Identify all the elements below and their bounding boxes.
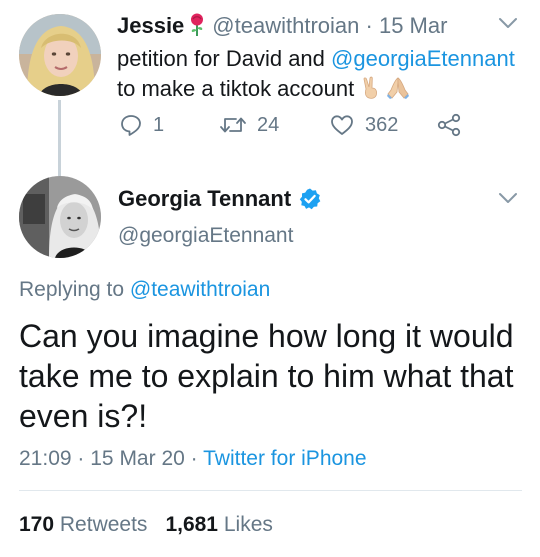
like-count: 362 bbox=[365, 113, 399, 136]
parent-tweet-text: petition for David and @georgiaEtennant … bbox=[117, 44, 527, 108]
avatar-photo bbox=[19, 14, 101, 96]
like-action[interactable]: 362 bbox=[329, 113, 398, 137]
avatar-photo bbox=[19, 176, 101, 258]
retweet-count: 24 bbox=[257, 113, 280, 136]
tweet-date[interactable]: 15 Mar 20 bbox=[90, 447, 185, 470]
heart-icon bbox=[331, 115, 353, 135]
emoji-group bbox=[360, 76, 410, 108]
retweets-stat[interactable]: 170 Retweets bbox=[19, 513, 147, 536]
chevron-down-icon[interactable] bbox=[498, 17, 518, 29]
retweets-count: 170 bbox=[19, 513, 55, 536]
share-action[interactable] bbox=[437, 113, 461, 137]
tweet-time[interactable]: 21:09 bbox=[19, 447, 72, 470]
victory-hand-icon bbox=[363, 76, 378, 99]
reply-count: 1 bbox=[153, 113, 165, 136]
main-handle[interactable]: @georgiaEtennant bbox=[118, 224, 293, 248]
tweet-metadata: 21:09 · 15 Mar 20 · Twitter for iPhone bbox=[19, 447, 367, 471]
parent-date[interactable]: 15 Mar bbox=[379, 13, 447, 38]
likes-count: 1,681 bbox=[165, 513, 218, 536]
meta-separator: · bbox=[77, 447, 85, 470]
main-author-name[interactable]: Georgia Tennant bbox=[118, 186, 291, 212]
verified-badge-icon bbox=[299, 188, 321, 210]
parent-tweet-header: Jessie @teawithtroian · 15 Mar bbox=[117, 12, 447, 40]
folded-hands-icon bbox=[387, 77, 410, 99]
replying-to-label: Replying to bbox=[19, 278, 130, 301]
main-author-avatar[interactable] bbox=[19, 176, 101, 258]
thread-connector-line bbox=[58, 100, 61, 180]
retweets-label: Retweets bbox=[59, 513, 148, 536]
likes-label: Likes bbox=[223, 513, 273, 536]
parent-author-avatar[interactable] bbox=[19, 14, 101, 96]
replying-to-link[interactable]: @teawithtroian bbox=[130, 278, 270, 301]
parent-mention-link[interactable]: @georgiaEtennant bbox=[331, 46, 515, 71]
main-author-name-row: Georgia Tennant bbox=[118, 186, 322, 212]
likes-stat[interactable]: 1,681 Likes bbox=[165, 513, 272, 536]
tweet-source-link[interactable]: Twitter for iPhone bbox=[203, 447, 366, 470]
replying-to-line: Replying to @teawithtroian bbox=[19, 278, 270, 302]
divider bbox=[19, 490, 522, 491]
parent-handle[interactable]: @teawithtroian bbox=[212, 13, 359, 38]
reply-action[interactable]: 1 bbox=[119, 113, 164, 137]
retweet-action[interactable]: 24 bbox=[219, 113, 279, 137]
parent-text-before: petition for David and bbox=[117, 46, 332, 71]
retweet-icon bbox=[220, 117, 246, 133]
rose-icon bbox=[191, 13, 204, 36]
reply-icon bbox=[121, 115, 141, 136]
header-separator: · bbox=[365, 13, 373, 38]
main-tweet-text: Can you imagine how long it would take m… bbox=[19, 318, 514, 434]
chevron-down-icon[interactable] bbox=[498, 192, 518, 204]
meta-separator: · bbox=[190, 447, 198, 470]
engagement-stats: 170 Retweets 1,681 Likes bbox=[19, 513, 273, 537]
parent-text-after: to make a tiktok account bbox=[117, 76, 355, 101]
share-icon bbox=[437, 113, 461, 137]
parent-author-name[interactable]: Jessie bbox=[117, 13, 184, 38]
